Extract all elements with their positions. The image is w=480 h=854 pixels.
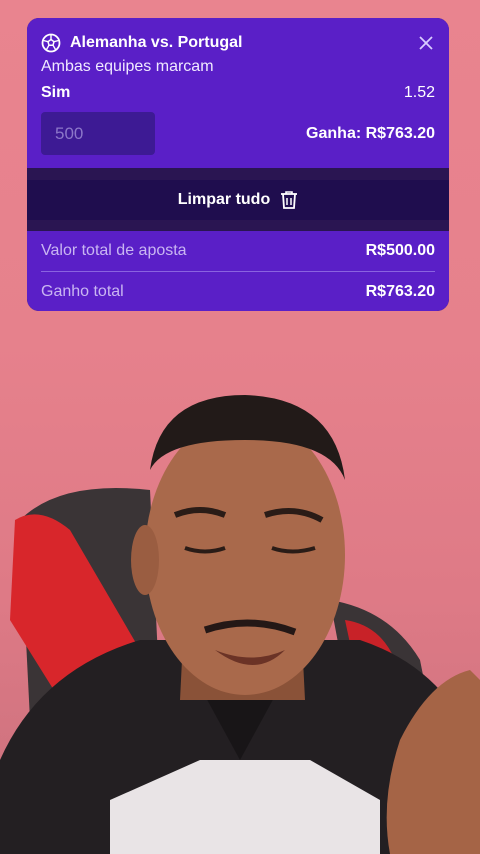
total-stake-label: Valor total de aposta [41, 242, 187, 259]
total-stake-row: Valor total de aposta R$500.00 [41, 231, 435, 271]
market-name: Ambas equipes marcam [41, 58, 214, 75]
soccer-ball-icon [41, 33, 61, 53]
stake-input[interactable] [41, 112, 155, 155]
total-win-value: R$763.20 [365, 282, 435, 300]
total-win-row: Ganho total R$763.20 [41, 271, 435, 311]
total-win-label: Ganho total [41, 282, 124, 300]
selection-row: Sim 1.52 [41, 84, 435, 104]
match-title: Alemanha vs. Portugal [70, 34, 243, 51]
bet-selection-card: Alemanha vs. Portugal Ambas equipes marc… [27, 18, 449, 168]
bet-slip-panel: Alemanha vs. Portugal Ambas equipes marc… [27, 18, 449, 311]
clear-all-button[interactable]: Limpar tudo [27, 180, 449, 220]
stake-row: Ganha: R$763.20 [41, 112, 435, 155]
bet-header: Alemanha vs. Portugal [41, 32, 435, 54]
close-icon[interactable] [417, 34, 435, 52]
totals-section: Valor total de aposta R$500.00 Ganho tot… [27, 231, 449, 311]
odds-value: 1.52 [403, 84, 435, 101]
selection-label: Sim [41, 84, 71, 101]
trash-icon [280, 190, 298, 210]
potential-win: Ganha: R$763.20 [306, 124, 435, 142]
clear-all-label: Limpar tudo [177, 191, 271, 208]
total-stake-value: R$500.00 [365, 242, 435, 259]
